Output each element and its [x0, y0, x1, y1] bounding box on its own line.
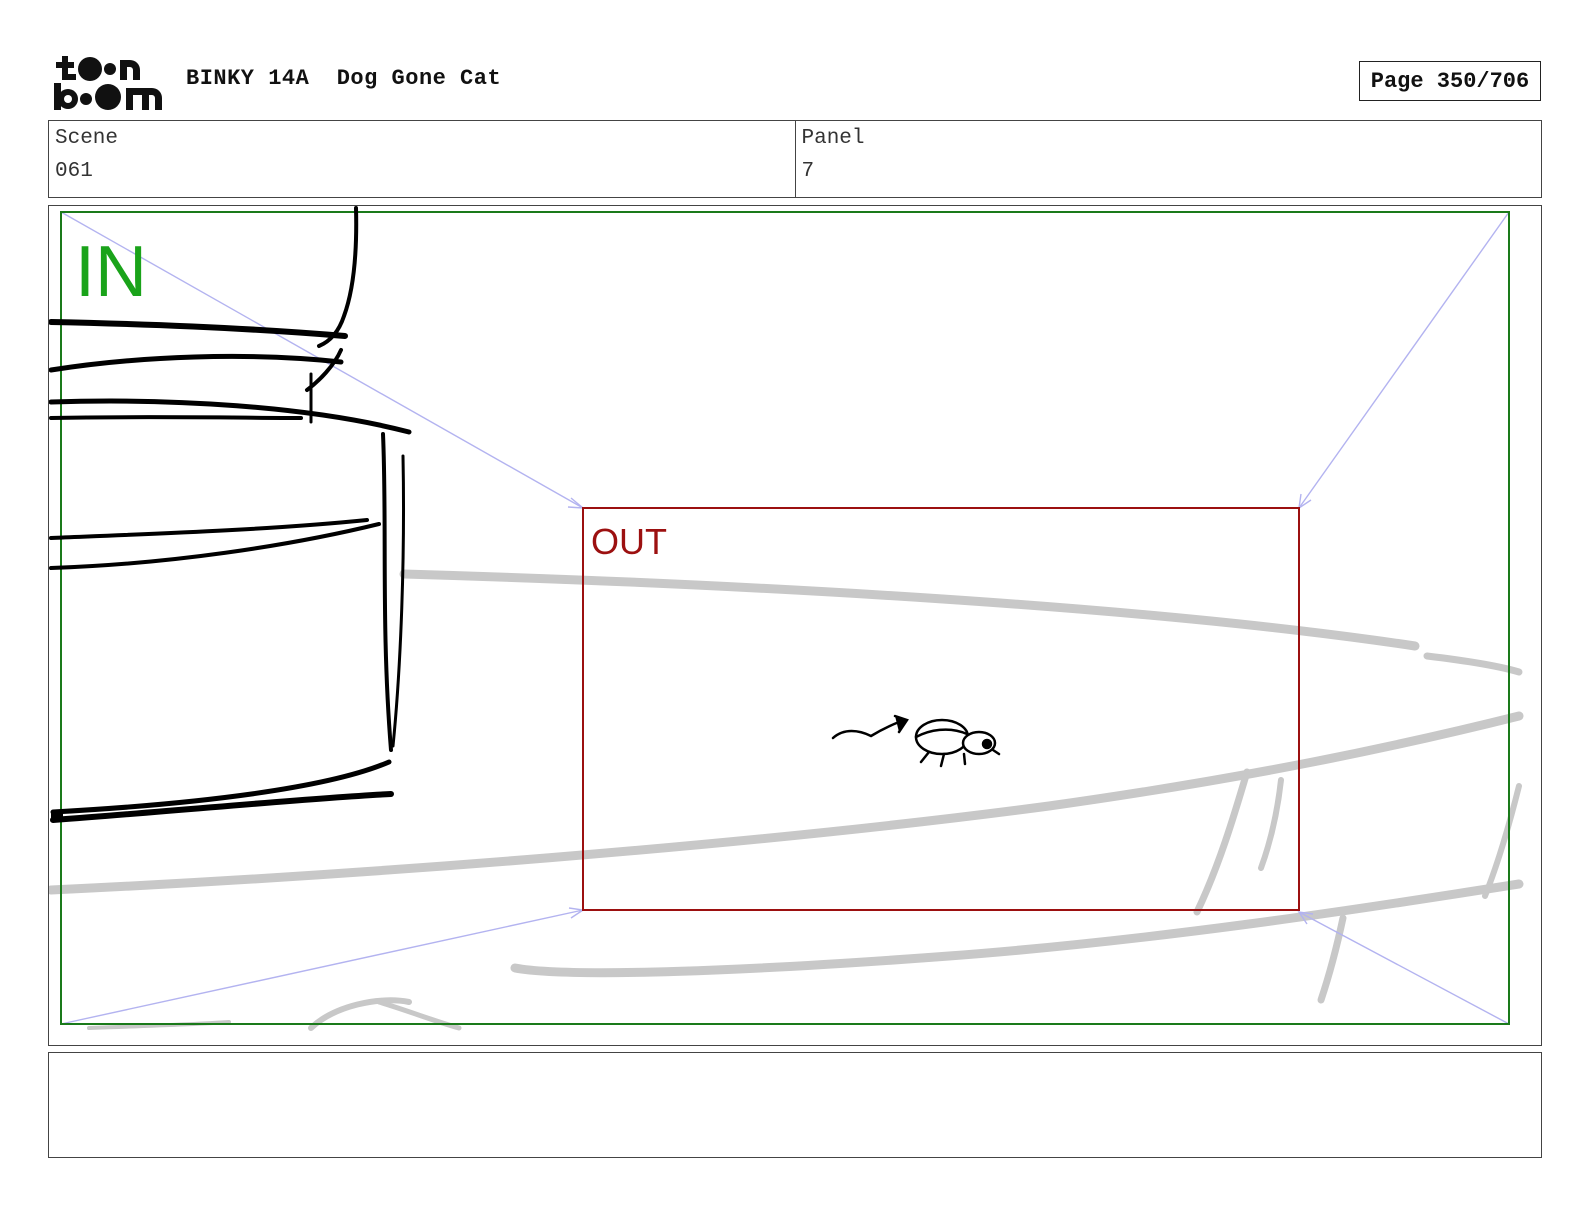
scene-cell: Scene 061 [49, 121, 795, 197]
episode-title: Dog Gone Cat [336, 66, 502, 91]
toon-boom-logo [52, 52, 164, 112]
panel-notes [48, 1052, 1542, 1158]
panel-cell: Panel 7 [794, 121, 1542, 197]
storyboard-panel: IN OUT [48, 205, 1542, 1046]
panel-drawing [49, 206, 1524, 1031]
page-counter-label: Page 350/706 [1370, 68, 1530, 94]
project-code: BINKY 14A [186, 66, 310, 91]
in-frame-label: IN [75, 232, 147, 312]
panel-value: 7 [801, 160, 815, 183]
panel-label: Panel [801, 127, 865, 150]
out-frame-label: OUT [591, 521, 667, 562]
scene-panel-info: Scene 061 Panel 7 [48, 120, 1542, 198]
scene-value: 061 [55, 160, 93, 183]
scene-label: Scene [55, 127, 119, 150]
bug-character [831, 714, 1001, 768]
page-counter: Page 350/706 [1359, 61, 1541, 101]
project-title: BINKY 14A Dog Gone Cat [186, 66, 501, 91]
